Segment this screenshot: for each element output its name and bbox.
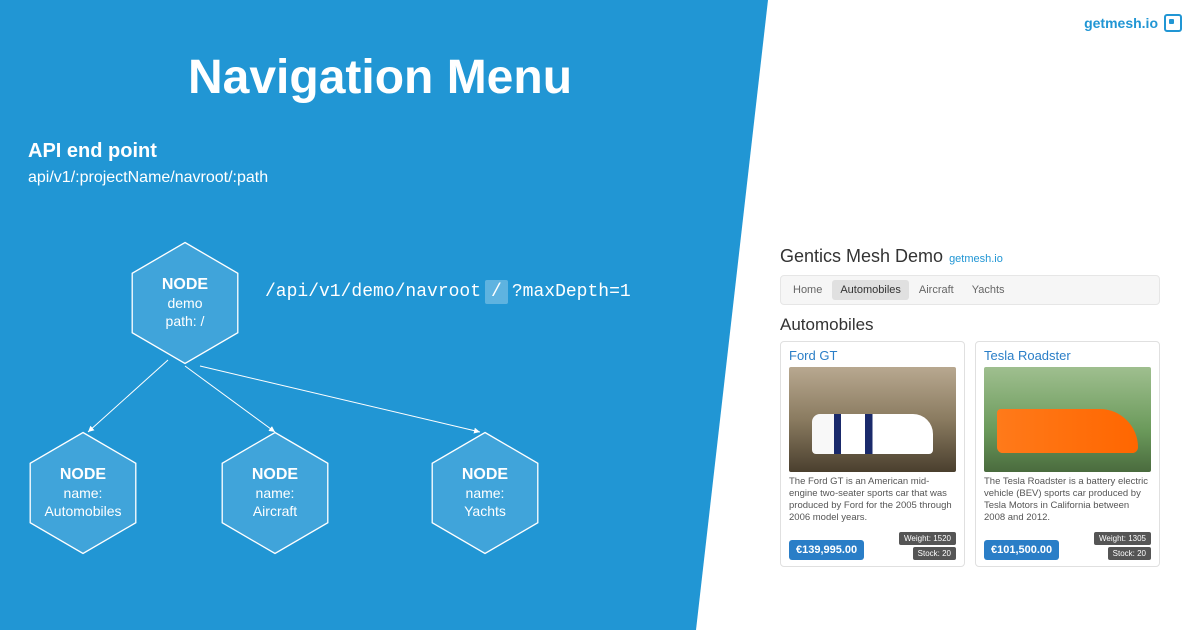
tab-automobiles[interactable]: Automobiles (832, 280, 909, 300)
brand-logo: getmesh.io (1084, 14, 1182, 32)
tab-home[interactable]: Home (785, 280, 830, 300)
node-line2: Aircraft (253, 502, 297, 520)
card-image-ford-gt (789, 367, 956, 472)
node-child-yachts: NODE name: Yachts (430, 430, 540, 556)
card-title[interactable]: Tesla Roadster (984, 348, 1151, 363)
card-title[interactable]: Ford GT (789, 348, 956, 363)
card-ford-gt: Ford GT The Ford GT is an American mid-e… (780, 341, 965, 567)
node-root: NODE demo path: / (130, 240, 240, 366)
node-label: NODE (462, 466, 508, 484)
node-line1: demo (167, 294, 202, 312)
weight-badge: Weight: 1520 (899, 532, 956, 545)
tab-yachts[interactable]: Yachts (964, 280, 1013, 300)
demo-link[interactable]: getmesh.io (949, 253, 1003, 265)
node-line2: Yachts (464, 502, 506, 520)
brand-text: getmesh.io (1084, 15, 1158, 31)
endpoint-example: /api/v1/demo/navroot / ?maxDepth=1 (265, 280, 631, 304)
api-label: API end point (28, 140, 268, 163)
demo-preview: Gentics Mesh Demo getmesh.io Home Automo… (770, 238, 1170, 577)
card-tesla-roadster: Tesla Roadster The Tesla Roadster is a b… (975, 341, 1160, 567)
node-line2: Automobiles (44, 502, 121, 520)
node-line1: name: (64, 484, 103, 502)
endpoint-pre: /api/v1/demo/navroot (265, 282, 481, 302)
brand-mark-icon (1164, 14, 1182, 32)
api-path-template: api/v1/:projectName/navroot/:path (28, 169, 268, 187)
endpoint-query: ?maxDepth=1 (512, 282, 631, 302)
endpoint-slash-highlight: / (485, 280, 508, 304)
card-description: The Ford GT is an American mid-engine tw… (789, 476, 956, 524)
card-image-tesla-roadster (984, 367, 1151, 472)
tab-aircraft[interactable]: Aircraft (911, 280, 962, 300)
node-child-automobiles: NODE name: Automobiles (28, 430, 138, 556)
node-label: NODE (162, 276, 208, 294)
card-price: €139,995.00 (789, 540, 864, 560)
node-child-aircraft: NODE name: Aircraft (220, 430, 330, 556)
node-line1: name: (466, 484, 505, 502)
demo-title: Gentics Mesh Demo (780, 246, 943, 267)
node-line1: name: (256, 484, 295, 502)
node-label: NODE (60, 466, 106, 484)
card-price: €101,500.00 (984, 540, 1059, 560)
demo-section-heading: Automobiles (770, 313, 1170, 341)
node-label: NODE (252, 466, 298, 484)
demo-tabs: Home Automobiles Aircraft Yachts (780, 275, 1160, 305)
stock-badge: Stock: 20 (913, 547, 956, 560)
page-title: Navigation Menu (0, 50, 760, 105)
weight-badge: Weight: 1305 (1094, 532, 1151, 545)
api-endpoint-block: API end point api/v1/:projectName/navroo… (28, 140, 268, 187)
node-line2: path: / (166, 312, 205, 330)
stock-badge: Stock: 20 (1108, 547, 1151, 560)
card-description: The Tesla Roadster is a battery electric… (984, 476, 1151, 524)
